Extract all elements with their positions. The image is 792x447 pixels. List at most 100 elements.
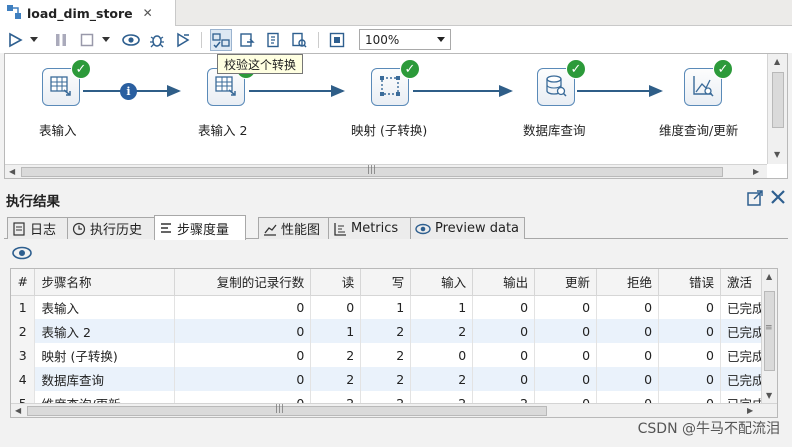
sql-icon[interactable]	[262, 29, 284, 51]
table-cell: 0	[534, 319, 598, 343]
table-cell: 2	[310, 343, 362, 367]
step-label: 表输入 2	[198, 123, 248, 138]
verify-icon[interactable]	[210, 29, 232, 51]
table-cell: 0	[658, 343, 721, 367]
table-row[interactable]: 4 数据库查询 0 2 2 2 0 0 0 0 已完成	[11, 367, 777, 391]
column-header[interactable]: 错误	[658, 269, 721, 296]
table-vscrollbar[interactable]: ▲ ≡ ▼	[761, 269, 777, 403]
step-metrics-table: # 步骤名称 复制的记录行数读写输入 输出 更新 拒绝 错误 激活 1 表输入 0 0 1 1 0 0 0 0 已…	[10, 268, 778, 418]
tab-step-metrics[interactable]: 步骤度量	[154, 215, 246, 240]
row-number-header[interactable]: #	[11, 269, 36, 296]
close-icon[interactable]: ✕	[143, 6, 153, 20]
maximize-icon[interactable]	[746, 189, 764, 210]
table-cell: 数据库查询	[34, 367, 176, 391]
column-header[interactable]: 拒绝	[596, 269, 660, 296]
info-icon[interactable]: i	[120, 83, 137, 100]
zoom-select[interactable]: 100%	[359, 29, 451, 50]
chevron-down-icon	[437, 37, 445, 42]
tab-performance[interactable]: 性能图	[258, 217, 329, 239]
table-cell: 0	[174, 343, 312, 367]
table-cell: 2	[410, 367, 474, 391]
step-table-input-1[interactable]: ✓	[42, 59, 91, 106]
column-header[interactable]: 步骤名称	[34, 269, 176, 296]
table-cell: 0	[658, 295, 721, 319]
table-cell: 0	[472, 367, 536, 391]
table-header: # 步骤名称 复制的记录行数读写输入 输出 更新 拒绝 错误 激活	[11, 269, 777, 296]
zoom-value: 100%	[365, 32, 400, 47]
check-icon: ✓	[400, 59, 420, 79]
table-cell: 映射 (子转换)	[34, 343, 176, 367]
results-tabs: 日志 执行历史 步骤度量 性能图 Metrics Preview data	[4, 215, 788, 240]
pause-icon[interactable]	[50, 29, 72, 51]
table-cell: 0	[596, 343, 660, 367]
table-input-icon	[49, 74, 73, 101]
run-icon[interactable]	[4, 29, 26, 51]
table-cell: 0	[472, 295, 536, 319]
hop-3[interactable]	[413, 85, 513, 97]
table-input-icon	[214, 74, 238, 101]
table-cell: 0	[174, 319, 312, 343]
history-icon	[72, 222, 86, 236]
table-row[interactable]: 2 表输入 2 0 1 2 2 0 0 0 0 已完成	[11, 319, 777, 343]
canvas-hscrollbar[interactable]: ◀ ||| ▶	[5, 164, 767, 178]
table-cell: 1	[410, 295, 474, 319]
step-dimension-lookup[interactable]: ✓	[684, 59, 733, 106]
tab-log[interactable]: 日志	[7, 217, 68, 239]
table-row[interactable]: 1 表输入 0 0 1 1 0 0 0 0 已完成	[11, 295, 777, 319]
table-cell: 1	[310, 319, 362, 343]
table-cell: 0	[410, 343, 474, 367]
stop-dropdown-icon[interactable]	[100, 29, 112, 51]
step-mapping[interactable]: ✓	[371, 59, 420, 106]
step-label: 数据库查询	[523, 123, 586, 138]
column-header[interactable]: 写	[360, 269, 412, 296]
table-cell: 表输入 2	[34, 319, 176, 343]
mapping-icon	[378, 74, 402, 101]
table-row[interactable]: 3 映射 (子转换) 0 2 2 0 0 0 0 0 已完成	[11, 343, 777, 367]
debug-icon[interactable]	[146, 29, 168, 51]
table-cell: 0	[658, 319, 721, 343]
impact-icon[interactable]	[236, 29, 258, 51]
column-header[interactable]: 输入	[410, 269, 474, 296]
table-cell: 0	[658, 367, 721, 391]
column-header[interactable]: 复制的记录行数	[174, 269, 312, 296]
tab-label: 步骤度量	[177, 222, 230, 238]
table-cell: 0	[534, 295, 598, 319]
column-header[interactable]: 输出	[472, 269, 536, 296]
table-cell: 2	[360, 319, 412, 343]
explore-db-icon[interactable]	[288, 29, 310, 51]
transformation-canvas[interactable]: i ✓ 表输入 ✓ 表输入 2 ✓ 映射 (子转换) ✓ 数据库查询 ✓ 维度查…	[4, 53, 788, 179]
tab-history[interactable]: 执行历史	[67, 217, 155, 239]
stop-icon[interactable]	[76, 29, 98, 51]
close-icon[interactable]	[770, 189, 786, 210]
tab-label: 性能图	[281, 223, 321, 238]
step-label: 维度查询/更新	[659, 123, 739, 138]
table-cell: 0	[534, 343, 598, 367]
eye-icon[interactable]	[12, 246, 32, 263]
table-cell: 2	[410, 319, 474, 343]
hop-4[interactable]	[577, 85, 663, 97]
step-database-lookup[interactable]: ✓	[537, 59, 586, 106]
canvas-vscrollbar[interactable]: ▲ ▼	[767, 54, 787, 164]
tab-preview-data[interactable]: Preview data	[410, 217, 525, 239]
panel-controls	[746, 189, 786, 210]
column-header[interactable]: 读	[310, 269, 362, 296]
hop-2[interactable]	[249, 85, 345, 97]
table-cell: 2	[310, 367, 362, 391]
tooltip: 校验这个转换	[217, 54, 304, 74]
editor-tab[interactable]: load_dim_store ✕	[0, 0, 176, 26]
tab-metrics[interactable]: Metrics	[328, 217, 411, 239]
show-results-icon[interactable]	[326, 29, 348, 51]
table-cell: 0	[472, 319, 536, 343]
preview-icon[interactable]	[120, 29, 142, 51]
step-label: 表输入	[39, 123, 77, 138]
table-hscrollbar[interactable]: ◀ ||| ▶	[11, 403, 777, 417]
row-number: 2	[11, 319, 36, 343]
run-dropdown-icon[interactable]	[28, 29, 40, 51]
table-cell: 0	[174, 295, 312, 319]
table-cell: 0	[596, 319, 660, 343]
replay-icon[interactable]	[172, 29, 194, 51]
tab-label: Metrics	[351, 221, 399, 236]
step-metrics-icon	[159, 221, 173, 235]
table-cell: 1	[360, 295, 412, 319]
column-header[interactable]: 更新	[534, 269, 598, 296]
